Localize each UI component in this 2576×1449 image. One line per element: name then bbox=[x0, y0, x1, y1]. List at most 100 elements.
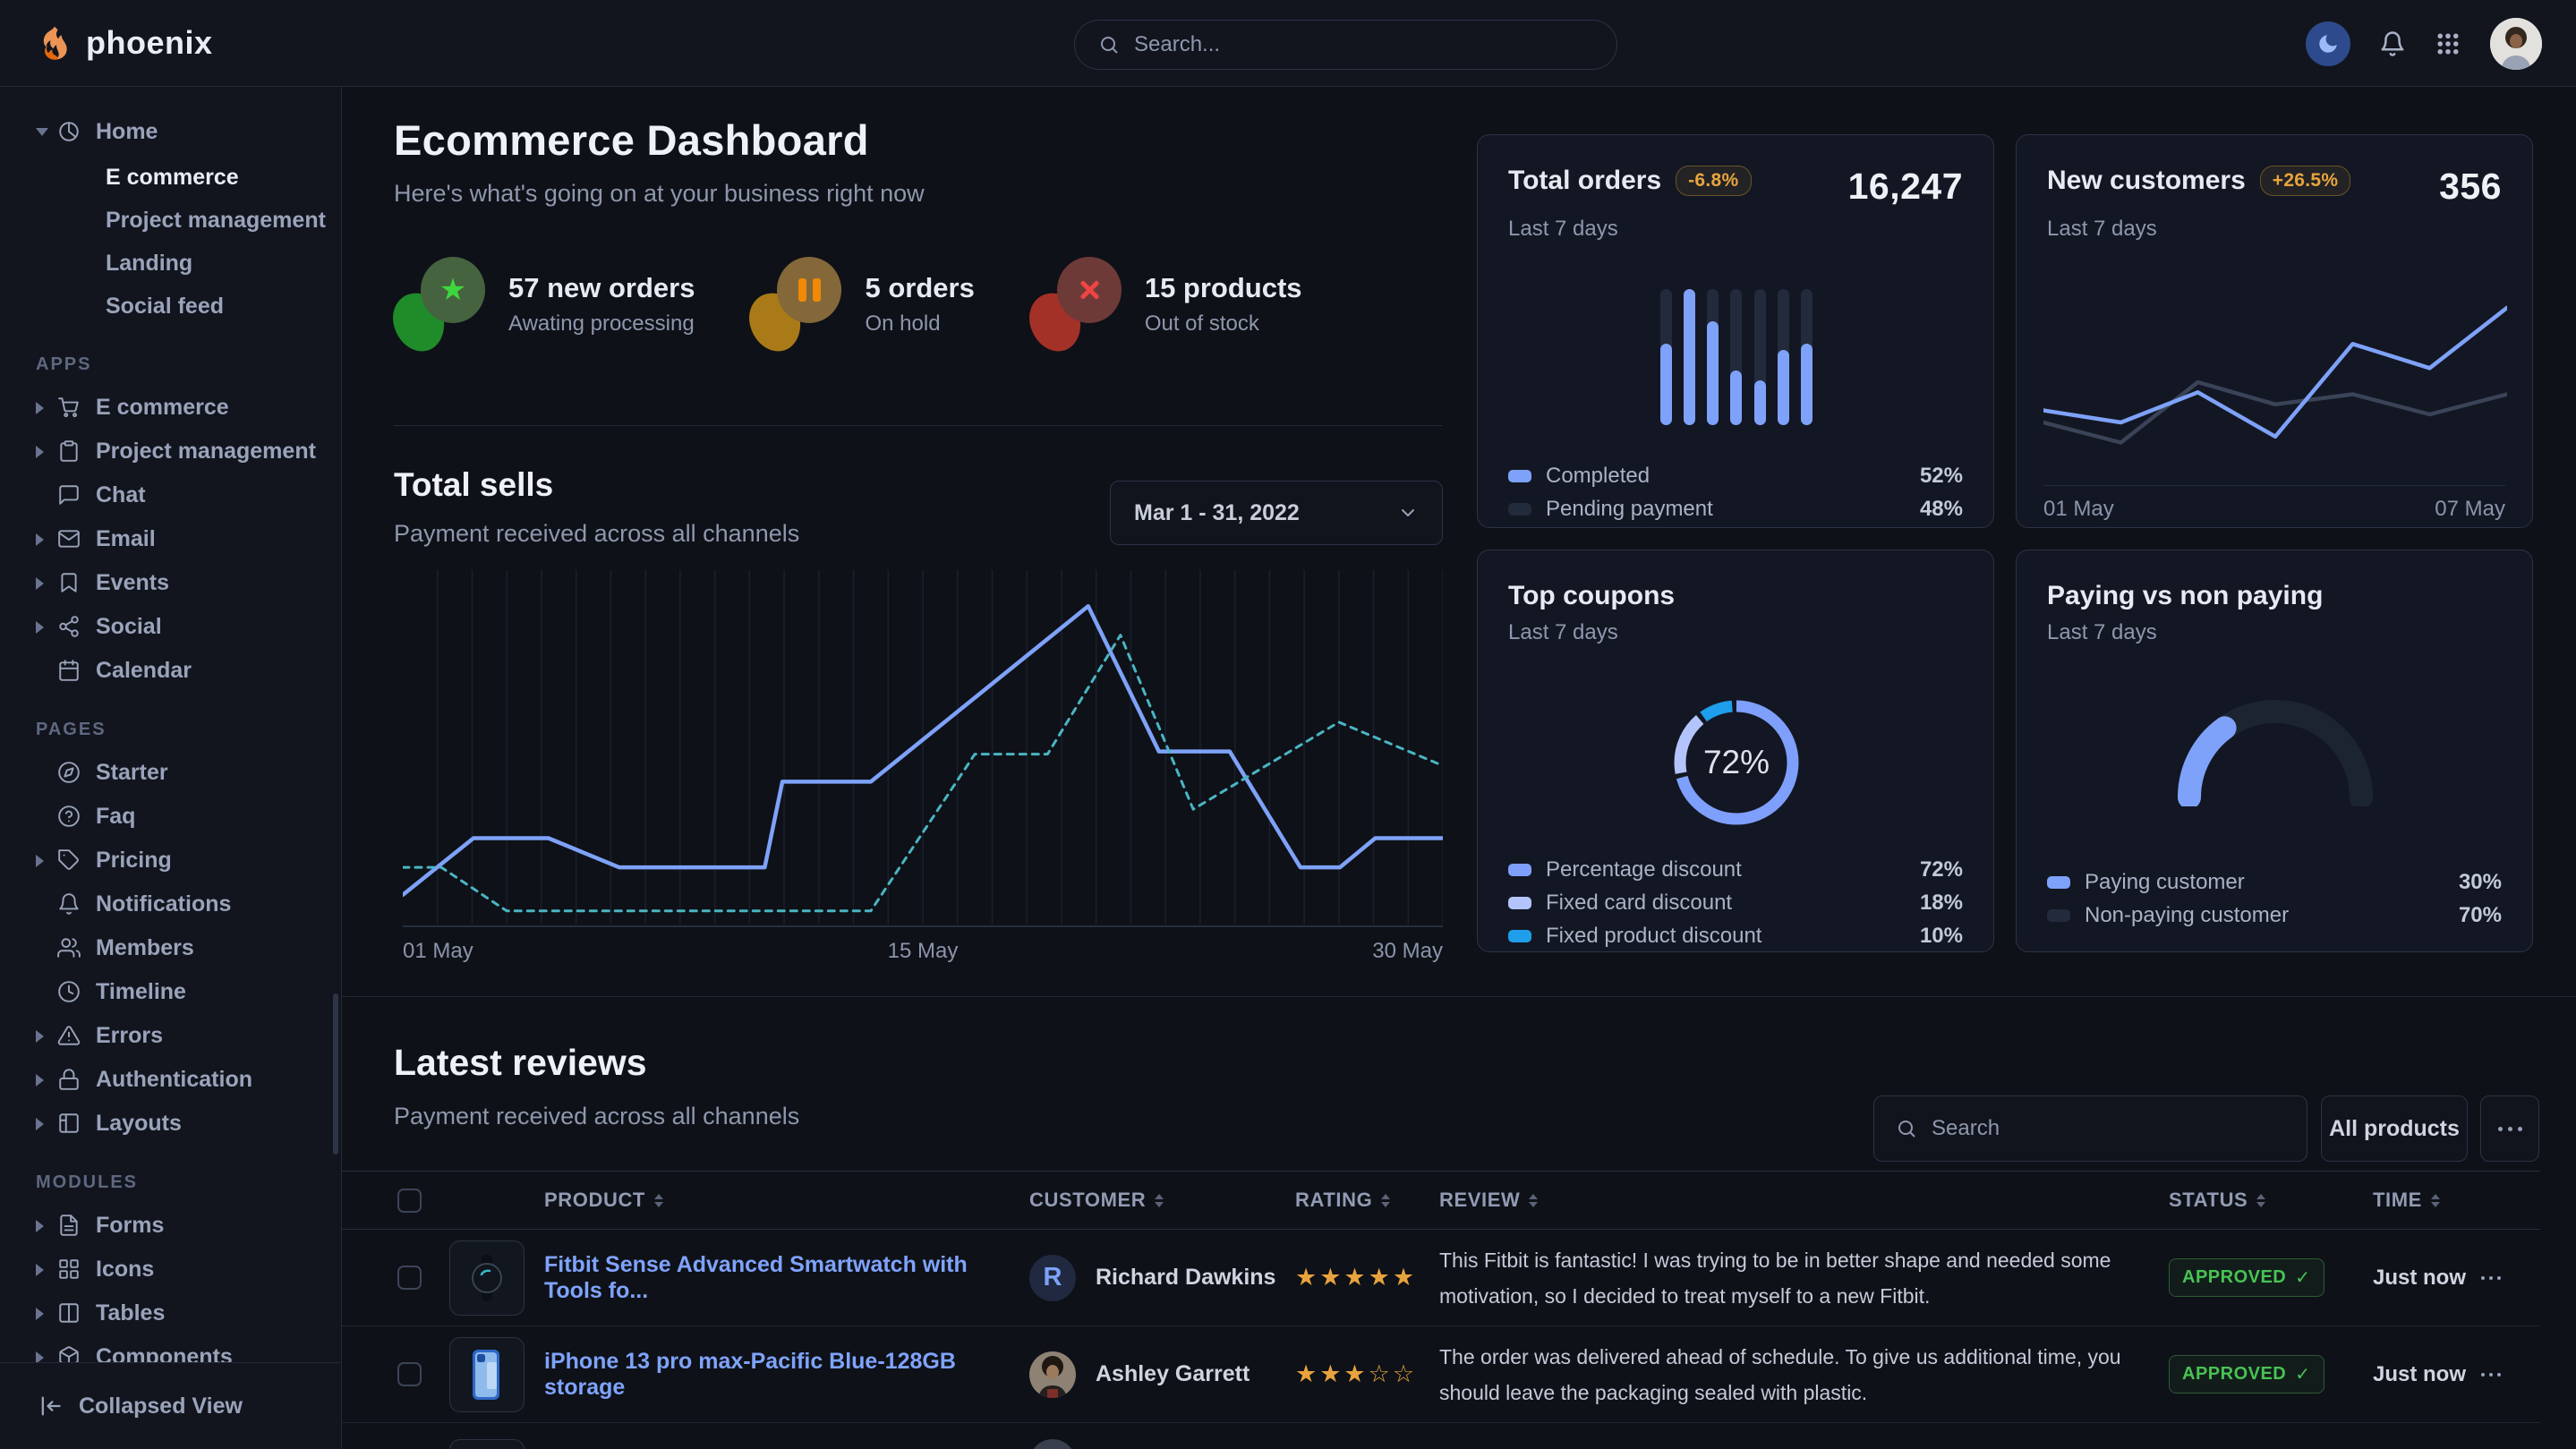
sidebar-item-home[interactable]: Home bbox=[0, 110, 341, 154]
star-icon: ★ bbox=[439, 275, 466, 305]
tag-icon bbox=[57, 848, 81, 873]
help-icon bbox=[57, 805, 81, 829]
clock-icon bbox=[57, 980, 81, 1004]
sidebar-item-landing[interactable]: Landing bbox=[0, 242, 341, 285]
product-link[interactable]: Fitbit Sense Advanced Smartwatch with To… bbox=[544, 1252, 968, 1303]
row-checkbox[interactable] bbox=[397, 1362, 422, 1386]
row-checkbox[interactable] bbox=[397, 1266, 422, 1290]
x-tick: 01 May bbox=[403, 939, 473, 964]
calendar-icon bbox=[57, 659, 81, 683]
chevron-down-icon bbox=[1397, 502, 1419, 524]
review-row-2: iPhone 13 pro max-Pacific Blue-128GB sto… bbox=[342, 1326, 2540, 1423]
select-all-checkbox[interactable] bbox=[397, 1189, 422, 1213]
page-subtitle: Here's what's going on at your business … bbox=[394, 180, 925, 208]
reviews-more-button[interactable] bbox=[2480, 1095, 2539, 1162]
x-tick: 30 May bbox=[1372, 939, 1443, 964]
sidebar-scrollbar[interactable] bbox=[333, 993, 338, 1155]
total-orders-card: Total orders -6.8% 16,247 Last 7 days Co… bbox=[1477, 134, 1994, 528]
column-header-customer[interactable]: CUSTOMER bbox=[1029, 1189, 1295, 1212]
all-products-label: All products bbox=[2329, 1116, 2460, 1142]
row-menu-button[interactable] bbox=[2481, 1373, 2522, 1377]
global-search[interactable] bbox=[1074, 20, 1617, 70]
legend-swatch bbox=[2047, 909, 2070, 922]
sidebar-item-project-management[interactable]: Project management bbox=[0, 430, 341, 473]
sidebar-item-email[interactable]: Email bbox=[0, 517, 341, 561]
bar bbox=[1778, 289, 1789, 425]
sort-icon bbox=[1155, 1194, 1164, 1207]
sidebar-item-members[interactable]: Members bbox=[0, 926, 341, 970]
search-icon bbox=[1896, 1118, 1917, 1139]
x-tick: 15 May bbox=[888, 939, 959, 964]
brand-logo[interactable]: phoenix bbox=[0, 23, 213, 63]
sort-icon bbox=[2256, 1194, 2265, 1207]
reviews-search[interactable] bbox=[1873, 1095, 2307, 1162]
customer-avatar bbox=[1029, 1351, 1076, 1398]
sidebar-item-authentication[interactable]: Authentication bbox=[0, 1058, 341, 1102]
column-header-time[interactable]: TIME bbox=[2373, 1189, 2481, 1212]
reviews-title: Latest reviews bbox=[394, 1042, 647, 1084]
customer-cell[interactable]: R Richard Dawkins bbox=[1029, 1255, 1295, 1301]
top-navbar: phoenix bbox=[0, 0, 2576, 87]
sidebar-item-forms[interactable]: Forms bbox=[0, 1204, 341, 1248]
legend-item: Percentage discount72% bbox=[1508, 853, 1963, 886]
customer-avatar: R bbox=[1029, 1255, 1076, 1301]
caret-right-icon bbox=[36, 855, 44, 867]
card-value: 356 bbox=[2439, 166, 2502, 208]
paying-gauge-chart bbox=[2159, 681, 2392, 806]
columns-icon bbox=[57, 1301, 81, 1325]
sidebar-item-events[interactable]: Events bbox=[0, 561, 341, 605]
reviews-search-input[interactable] bbox=[1932, 1116, 2285, 1141]
column-header-product[interactable]: PRODUCT bbox=[544, 1189, 1029, 1212]
sidebar-item-e-commerce[interactable]: E commerce bbox=[0, 156, 341, 199]
order-stats: ★ 57 new orders Awating processing 5 ord… bbox=[394, 255, 1302, 354]
column-header-review[interactable]: REVIEW bbox=[1439, 1189, 2169, 1212]
sidebar-item-e-commerce[interactable]: E commerce bbox=[0, 386, 341, 430]
all-products-button[interactable]: All products bbox=[2321, 1095, 2468, 1162]
user-avatar[interactable] bbox=[2490, 18, 2542, 70]
sidebar-item-icons[interactable]: Icons bbox=[0, 1248, 341, 1291]
dark-mode-toggle[interactable] bbox=[2306, 21, 2350, 66]
sidebar-item-tables[interactable]: Tables bbox=[0, 1291, 341, 1335]
column-header-status[interactable]: STATUS bbox=[2169, 1189, 2373, 1212]
paying-legend: Paying customer30% Non-paying customer70… bbox=[2047, 865, 2502, 932]
column-header-rating[interactable]: RATING bbox=[1295, 1189, 1439, 1212]
cart-icon bbox=[57, 396, 81, 420]
legend-item: Fixed product discount10% bbox=[1508, 919, 1963, 952]
sidebar-item-calendar[interactable]: Calendar bbox=[0, 649, 341, 693]
sidebar-item-project-management[interactable]: Project management bbox=[0, 199, 341, 242]
orders-bar-chart bbox=[1660, 289, 1813, 425]
total-sells-chart bbox=[403, 570, 1443, 928]
divider bbox=[394, 425, 1443, 426]
sidebar-item-timeline[interactable]: Timeline bbox=[0, 970, 341, 1014]
caret-right-icon bbox=[36, 1264, 44, 1276]
card-subtitle: Last 7 days bbox=[2047, 217, 2502, 242]
product-image[interactable] bbox=[449, 1439, 525, 1449]
sidebar-item-faq[interactable]: Faq bbox=[0, 795, 341, 839]
card-title: Total orders bbox=[1508, 166, 1661, 196]
check-icon: ✓ bbox=[2295, 1363, 2310, 1385]
product-link[interactable]: iPhone 13 pro max-Pacific Blue-128GB sto… bbox=[544, 1349, 956, 1400]
sidebar-item-errors[interactable]: Errors bbox=[0, 1014, 341, 1058]
sidebar-item-social[interactable]: Social bbox=[0, 605, 341, 649]
row-menu-button[interactable] bbox=[2481, 1276, 2522, 1280]
sidebar-item-social-feed[interactable]: Social feed bbox=[0, 285, 341, 328]
customer-avatar bbox=[1029, 1439, 1076, 1449]
total-sells-x-axis: 01 May 15 May 30 May bbox=[403, 939, 1443, 971]
notifications-button[interactable] bbox=[2379, 30, 2406, 57]
apps-grid-button[interactable] bbox=[2435, 30, 2461, 57]
sidebar-item-notifications[interactable]: Notifications bbox=[0, 882, 341, 926]
date-range-select[interactable]: Mar 1 - 31, 2022 bbox=[1110, 481, 1443, 545]
sidebar-item-starter[interactable]: Starter bbox=[0, 751, 341, 795]
product-image-phone[interactable] bbox=[449, 1337, 525, 1412]
collapse-sidebar-button[interactable]: Collapsed View bbox=[0, 1362, 340, 1449]
users-icon bbox=[57, 936, 81, 960]
moon-icon bbox=[2316, 32, 2340, 55]
sidebar-item-layouts[interactable]: Layouts bbox=[0, 1102, 341, 1146]
global-search-input[interactable] bbox=[1134, 32, 1593, 57]
bar bbox=[1707, 289, 1719, 425]
caret-right-icon bbox=[36, 1074, 44, 1087]
customer-cell[interactable]: Ashley Garrett bbox=[1029, 1351, 1295, 1398]
sidebar-item-chat[interactable]: Chat bbox=[0, 473, 341, 517]
sidebar-item-pricing[interactable]: Pricing bbox=[0, 839, 341, 882]
product-image-smartwatch[interactable] bbox=[449, 1240, 525, 1316]
